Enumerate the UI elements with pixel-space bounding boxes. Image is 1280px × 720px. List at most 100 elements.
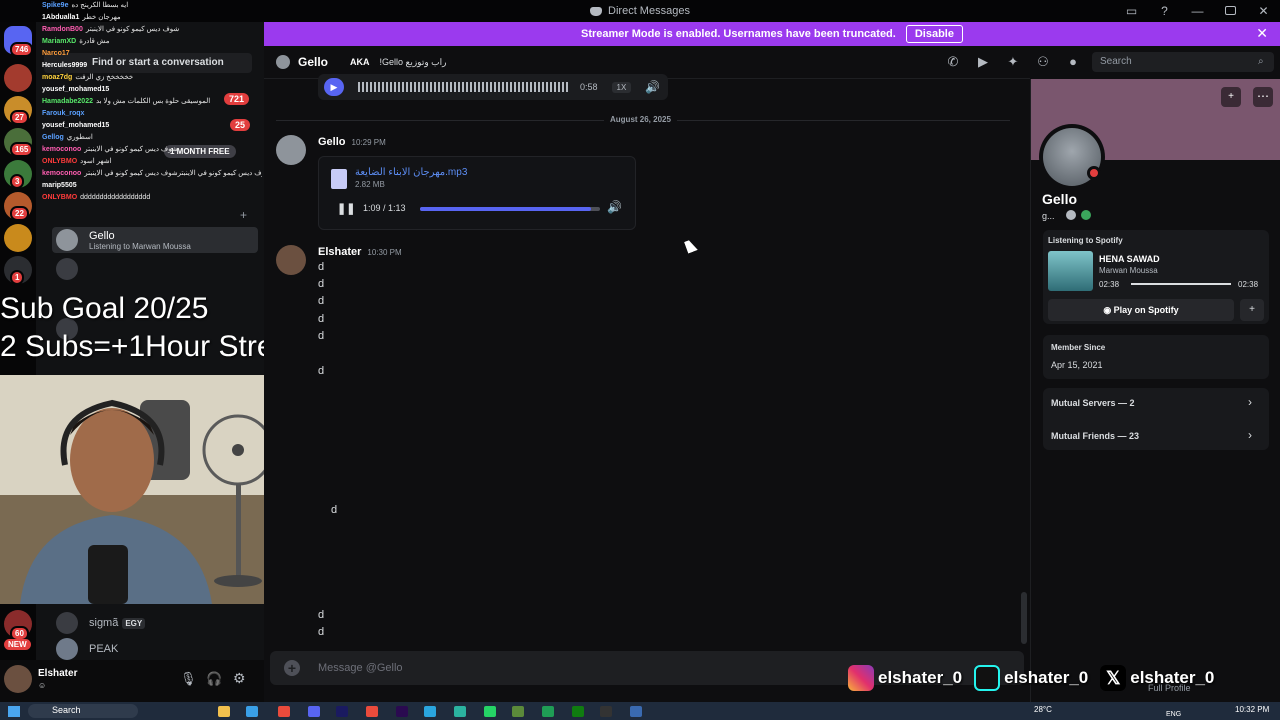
message-author[interactable]: Gello 10:29 PM	[318, 136, 386, 148]
file-explorer-icon[interactable]	[218, 706, 230, 717]
play-on-spotify-button[interactable]: ◉ Play on Spotify	[1048, 299, 1234, 321]
windows-start-icon[interactable]	[8, 706, 20, 717]
mutual-servers-link[interactable]: Mutual Servers — 2	[1051, 398, 1135, 408]
waveform[interactable]	[358, 82, 570, 92]
avatar[interactable]	[4, 665, 32, 693]
message-author[interactable]: Elshater 10:30 PM	[318, 246, 402, 258]
volume-icon[interactable]: 🔊	[645, 80, 660, 94]
volume-icon[interactable]: 🔊	[607, 200, 622, 214]
chevron-right-icon[interactable]: ›	[1248, 428, 1252, 442]
message-text: d	[331, 504, 338, 516]
dm-item-sigma[interactable]: sigmã EGY	[52, 610, 258, 636]
play-icon[interactable]: ▶	[324, 78, 344, 96]
chat-message: شوف ديس كيمو كونو في الاينبتر	[85, 26, 180, 33]
pin-icon[interactable]: ✦	[1005, 54, 1021, 70]
author-name[interactable]: Elshater	[318, 246, 361, 258]
more-options-icon[interactable]: ⋯	[1253, 87, 1273, 107]
taskbar-search[interactable]: Search	[28, 704, 138, 718]
microphone-icon[interactable]: 🎙	[180, 671, 197, 687]
add-friends-icon[interactable]: ⚇	[1035, 54, 1051, 70]
profile-avatar[interactable]	[1039, 124, 1105, 190]
message-input[interactable]: Message @Gello	[318, 662, 403, 674]
close-window-button[interactable]: ✕	[1247, 4, 1280, 18]
nitro-badge-icon[interactable]	[1081, 210, 1091, 220]
minecraft-icon[interactable]	[512, 706, 524, 717]
search-icon: ⌕	[1258, 56, 1264, 67]
video-call-icon[interactable]: ▶	[975, 54, 991, 70]
brave-icon[interactable]	[366, 706, 378, 717]
edge-icon[interactable]	[246, 706, 258, 717]
app-window: Direct Messages ▭ ? — ✕ Streamer Mode is…	[0, 0, 1280, 720]
chat-line: ONLYBMO اشهر اسود	[42, 156, 262, 168]
server-badge: 165	[10, 142, 34, 157]
window-title-text: Direct Messages	[608, 5, 690, 17]
banner-close-icon[interactable]: ✕	[1256, 25, 1268, 42]
excel-icon[interactable]	[542, 706, 554, 717]
user-panel: Elshater ☺ 🎙 🎧 ⚙	[0, 660, 264, 702]
server-icon[interactable]	[4, 64, 32, 92]
premiere-icon[interactable]	[396, 706, 408, 717]
taskbar-clock[interactable]: 10:32 PM	[1235, 705, 1269, 714]
message-timestamp: 10:29 PM	[351, 138, 386, 147]
inbox-icon[interactable]: ▭	[1115, 4, 1148, 18]
chevron-right-icon[interactable]: ›	[1248, 395, 1252, 409]
header-nickname: !Gello راب وتوزيع	[379, 56, 447, 67]
minimize-button[interactable]: —	[1181, 4, 1214, 18]
badge-icon[interactable]	[1066, 210, 1076, 220]
voice-call-icon[interactable]: ✆	[945, 54, 961, 70]
dm-name: Gello	[89, 229, 115, 242]
app-icon[interactable]	[454, 706, 466, 717]
server-icon[interactable]	[4, 224, 32, 252]
playback-progress-bar[interactable]	[420, 207, 600, 211]
dm-item-peak[interactable]: PEAK	[52, 636, 258, 662]
chat-line: 1Abdualla1 مهرجان خطر	[42, 12, 262, 24]
song-artist[interactable]: Marwan Moussa	[1099, 266, 1158, 275]
chat-username: kemoconoo	[42, 170, 82, 177]
chat-line: ONLYBMO dddddddddddddddddd	[42, 192, 262, 204]
chrome-icon[interactable]	[278, 706, 290, 717]
dm-item-gello[interactable]: Gello Listening to Marwan Moussa	[52, 227, 258, 253]
whatsapp-icon[interactable]	[484, 706, 496, 717]
headphones-icon[interactable]: 🎧	[206, 671, 222, 687]
discord-icon	[590, 6, 603, 16]
epic-games-icon[interactable]	[600, 706, 612, 717]
telegram-icon[interactable]	[424, 706, 436, 717]
album-art[interactable]	[1048, 251, 1093, 291]
avatar	[56, 638, 78, 660]
xbox-icon[interactable]	[572, 706, 584, 717]
avatar[interactable]	[276, 135, 306, 165]
invite-listen-icon[interactable]: +	[1240, 299, 1264, 321]
window-controls: ▭ ? — ✕	[1115, 0, 1280, 22]
playback-speed-button[interactable]: 1X	[611, 81, 632, 93]
photoshop-icon[interactable]	[336, 706, 348, 717]
song-title[interactable]: HENA SAWAD	[1099, 254, 1160, 264]
calculator-icon[interactable]	[630, 706, 642, 717]
user-profile-icon[interactable]: ●	[1065, 54, 1081, 70]
add-attachment-icon[interactable]: +	[284, 660, 300, 676]
chat-username: yousef_mohamed15	[42, 86, 110, 93]
dm-item[interactable]	[52, 256, 258, 282]
weather-temp[interactable]: 28°C	[1034, 705, 1052, 714]
chat-line: Gellog اسطوري	[42, 132, 262, 144]
avatar[interactable]	[276, 245, 306, 275]
chat-message: الموسيقى حلوة بس الكلمات مش ولا بد	[95, 98, 211, 105]
file-name-link[interactable]: مهرجان الابناء الضايعة.mp3	[355, 167, 467, 178]
discord-taskbar-icon[interactable]	[308, 706, 320, 717]
maximize-button[interactable]	[1214, 4, 1247, 18]
chat-message: اسطوري	[66, 134, 93, 141]
chat-scrollbar[interactable]	[1021, 592, 1027, 644]
chat-username: Gellog	[42, 134, 64, 141]
x-handle: elshater_0	[1130, 668, 1215, 687]
author-name[interactable]: Gello	[318, 136, 346, 148]
search-input[interactable]: Search	[1092, 52, 1274, 72]
mutual-friends-link[interactable]: Mutual Friends — 23	[1051, 431, 1139, 441]
settings-gear-icon[interactable]: ⚙	[233, 670, 246, 687]
help-icon[interactable]: ?	[1148, 4, 1181, 18]
chat-message: شوف ديس كيمو كونو في الاينبترشوف ديس كيم…	[84, 170, 262, 177]
add-friend-icon[interactable]: +	[1221, 87, 1241, 107]
message-text: d	[318, 626, 325, 638]
language-indicator[interactable]: ENG	[1166, 711, 1181, 718]
pause-icon[interactable]: ❚❚	[337, 202, 355, 215]
header-name[interactable]: Gello	[298, 55, 328, 69]
disable-streamer-button[interactable]: Disable	[905, 25, 963, 43]
